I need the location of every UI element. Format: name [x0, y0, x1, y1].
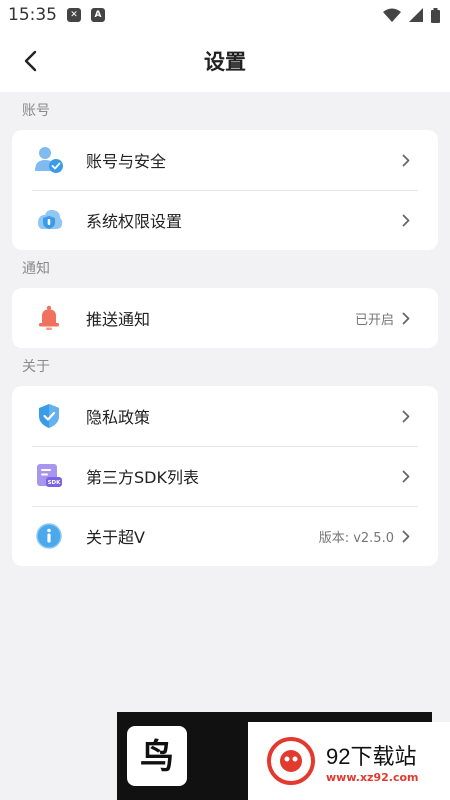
row-third-party-sdk[interactable]: SDK 第三方SDK列表 [12, 446, 438, 506]
row-label: 系统权限设置 [86, 212, 183, 231]
watermark-mascot-icon [267, 737, 315, 785]
user-shield-icon [34, 145, 64, 175]
back-arrow-icon [24, 50, 37, 72]
row-system-permissions[interactable]: 系统权限设置 [12, 190, 438, 250]
watermark-brand-block: 92下载站 www.xz92.com [248, 722, 450, 800]
row-label: 隐私政策 [86, 408, 151, 427]
row-label: 账号与安全 [86, 152, 167, 171]
watermark-logo-icon: 鸟 [127, 726, 187, 786]
card-account: 账号与安全 系统权限设置 [12, 130, 438, 250]
row-account-security[interactable]: 账号与安全 [12, 130, 438, 190]
svg-text:SDK: SDK [48, 480, 62, 486]
status-left: 15:35 ✕ A [8, 5, 105, 25]
signal-icon [409, 8, 423, 22]
privacy-shield-icon [34, 401, 64, 431]
info-icon [34, 521, 64, 551]
wifi-icon [383, 8, 401, 22]
watermark-brand: 92下载站 [326, 743, 417, 769]
row-label: 第三方SDK列表 [86, 468, 199, 487]
chevron-right-icon [402, 409, 412, 423]
chevron-right-icon [402, 529, 412, 543]
section-label-account: 账号 [22, 103, 50, 119]
back-button[interactable] [14, 44, 46, 78]
chevron-right-icon [402, 153, 412, 167]
watermark-url: www.xz92.com [326, 770, 419, 784]
status-bar: 15:35 ✕ A [0, 0, 450, 30]
header: 设置 [0, 30, 450, 92]
card-about: 隐私政策 SDK 第三方SDK列表 关于超V 版本: v2.5.0 [12, 386, 438, 566]
page-title: 设置 [204, 50, 246, 74]
bell-icon [34, 303, 64, 333]
battery-icon [431, 7, 440, 23]
permission-shield-icon [34, 205, 64, 235]
svg-text:鸟: 鸟 [140, 737, 174, 777]
chevron-right-icon [402, 469, 412, 483]
sdk-list-icon: SDK [34, 461, 64, 491]
push-status-value: 已开启 [354, 312, 394, 328]
row-label: 推送通知 [86, 310, 151, 329]
app-notification-icon: A [91, 8, 105, 22]
row-privacy-policy[interactable]: 隐私政策 [12, 386, 438, 446]
watermark-text: 92下载站 www.xz92.com [326, 739, 419, 784]
status-right [383, 7, 440, 23]
chevron-right-icon [402, 311, 412, 325]
row-push-notification[interactable]: 推送通知 已开启 [12, 288, 438, 348]
row-about-app[interactable]: 关于超V 版本: v2.5.0 [12, 506, 438, 566]
row-label: 关于超V [86, 528, 145, 547]
section-label-notification: 通知 [22, 261, 50, 277]
chevron-right-icon [402, 213, 412, 227]
version-value: 版本: v2.5.0 [318, 530, 394, 546]
card-notification: 推送通知 已开启 [12, 288, 438, 348]
section-label-about: 关于 [22, 359, 50, 375]
shield-notification-icon: ✕ [67, 8, 81, 22]
status-time: 15:35 [8, 5, 57, 25]
